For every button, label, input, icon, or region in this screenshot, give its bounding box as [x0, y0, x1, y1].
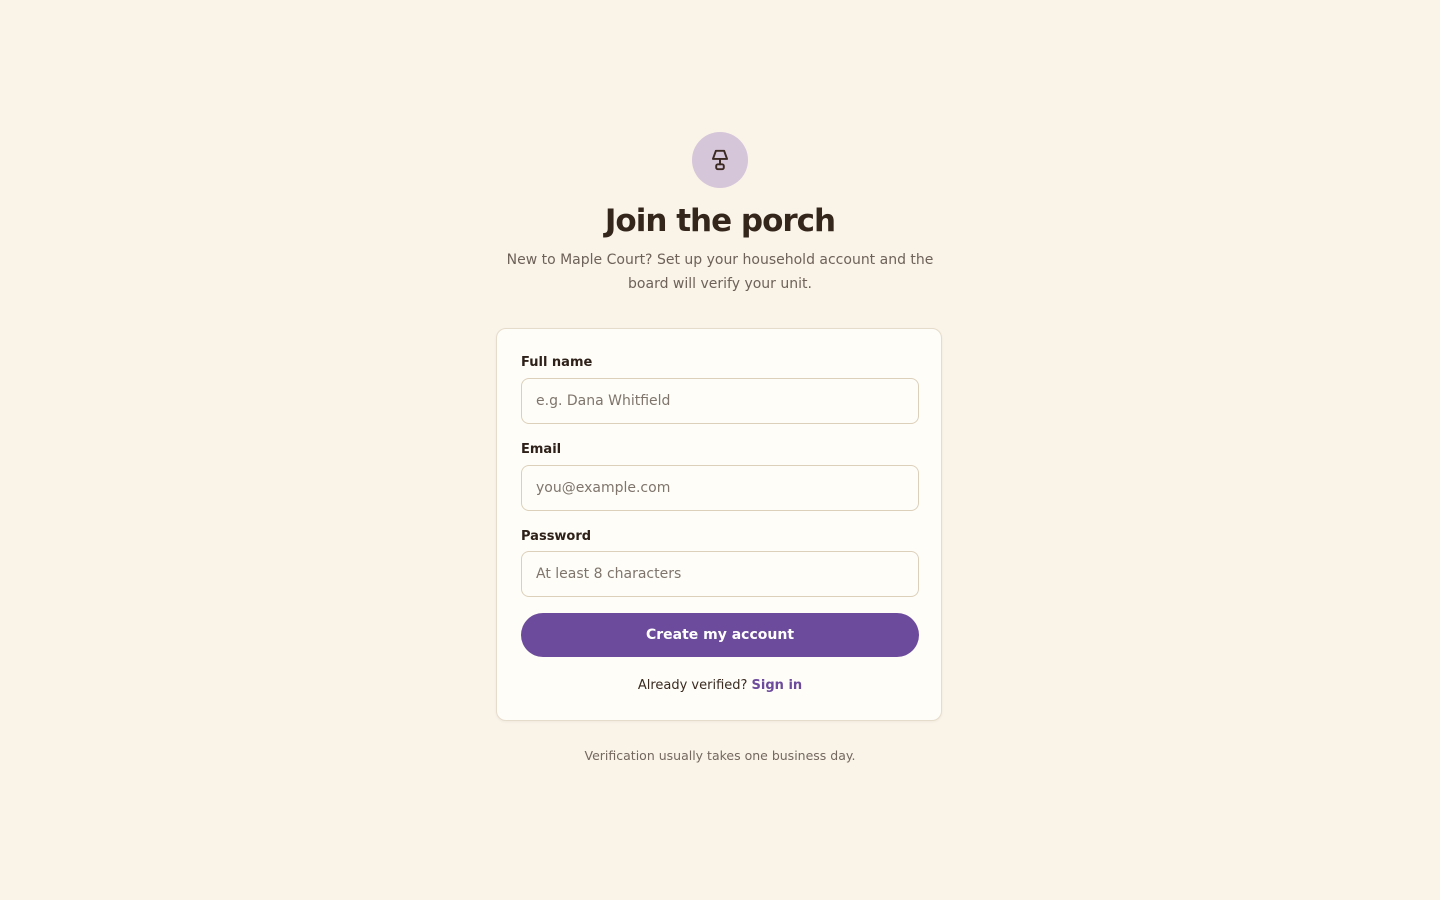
page-title: Join the porch	[604, 203, 836, 239]
password-label: Password	[521, 529, 592, 544]
signup-card: Full name Email Password Create my accou…	[496, 328, 942, 721]
logo-badge	[692, 132, 748, 188]
email-label: Email	[521, 442, 562, 457]
full-name-label: Full name	[521, 355, 593, 370]
email-input[interactable]	[521, 465, 919, 511]
create-account-button[interactable]: Create my account	[521, 613, 919, 657]
signin-link[interactable]: Sign in	[752, 678, 803, 693]
signin-prompt: Already verified?	[637, 678, 748, 693]
signup-page: Join the porch New to Maple Court? Set u…	[0, 0, 1440, 900]
full-name-input[interactable]	[521, 378, 919, 424]
verification-note: Verification usually takes one business …	[584, 748, 856, 763]
page-subtitle: New to Maple Court? Set up your househol…	[506, 252, 934, 292]
password-input[interactable]	[521, 551, 919, 597]
signin-row: Already verified? Sign in	[497, 678, 943, 693]
lamp-icon	[711, 149, 729, 171]
